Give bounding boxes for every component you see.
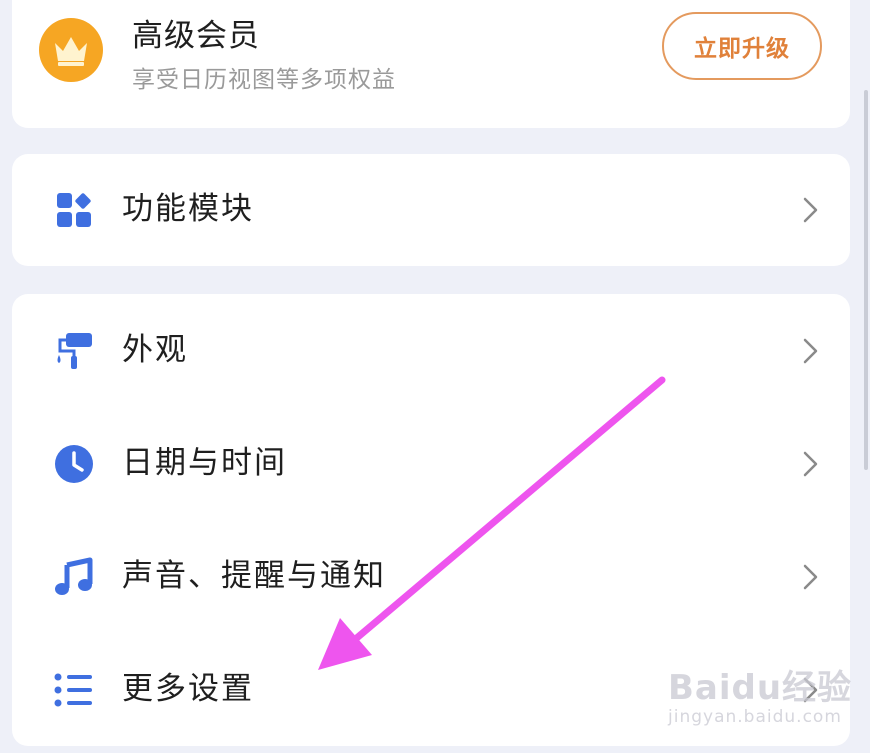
chevron-right-icon [803, 677, 818, 703]
clock-icon [52, 442, 96, 486]
scrollbar[interactable] [864, 90, 868, 470]
chevron-right-icon [803, 197, 818, 223]
chevron-right-icon [803, 338, 818, 364]
settings-row-sound-notifications[interactable]: 声音、提醒与通知 [12, 537, 850, 617]
settings-row-appearance[interactable]: 外观 [12, 311, 850, 391]
paint-roller-icon [52, 329, 96, 373]
settings-item-label: 外观 [122, 332, 188, 368]
chevron-right-icon [803, 564, 818, 590]
crown-icon [39, 18, 103, 82]
settings-item-label: 更多设置 [122, 671, 254, 707]
settings-item-label: 日期与时间 [122, 445, 287, 481]
grid-modules-icon [52, 188, 96, 232]
settings-card: 外观 日期与时间 声音、提醒与通知 更多设置 [12, 294, 850, 746]
modules-label: 功能模块 [122, 191, 254, 227]
vip-title: 高级会员 [132, 18, 260, 54]
modules-row[interactable]: 功能模块 [12, 170, 850, 250]
chevron-right-icon [803, 451, 818, 477]
settings-row-date-time[interactable]: 日期与时间 [12, 424, 850, 504]
list-icon [52, 668, 96, 712]
music-note-icon [52, 555, 96, 599]
upgrade-button[interactable]: 立即升级 [662, 12, 822, 80]
settings-row-more[interactable]: 更多设置 [12, 650, 850, 730]
modules-card: 功能模块 [12, 154, 850, 266]
vip-subtitle: 享受日历视图等多项权益 [132, 67, 396, 93]
settings-item-label: 声音、提醒与通知 [122, 558, 386, 594]
vip-card[interactable]: 高级会员 享受日历视图等多项权益 立即升级 [12, 0, 850, 128]
